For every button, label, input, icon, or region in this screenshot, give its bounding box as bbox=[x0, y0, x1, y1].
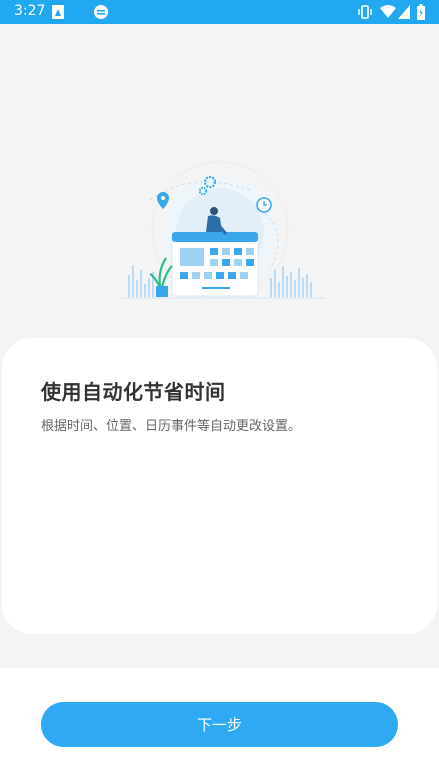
signal-icon bbox=[398, 5, 410, 19]
message-notification-icon bbox=[94, 5, 108, 19]
vibrate-icon bbox=[358, 5, 372, 19]
next-button[interactable]: 下一步 bbox=[41, 702, 398, 747]
battery-icon bbox=[417, 4, 425, 20]
page-subtitle: 根据时间、位置、日历事件等自动更改设置。 bbox=[41, 419, 302, 434]
wifi-icon bbox=[380, 5, 396, 18]
page-title: 使用自动化节省时间 bbox=[41, 380, 226, 404]
status-bar: 3:27 bbox=[0, 0, 439, 24]
status-time: 3:27 bbox=[14, 3, 46, 19]
image-notification-icon bbox=[52, 5, 64, 19]
automation-illustration bbox=[120, 161, 325, 299]
